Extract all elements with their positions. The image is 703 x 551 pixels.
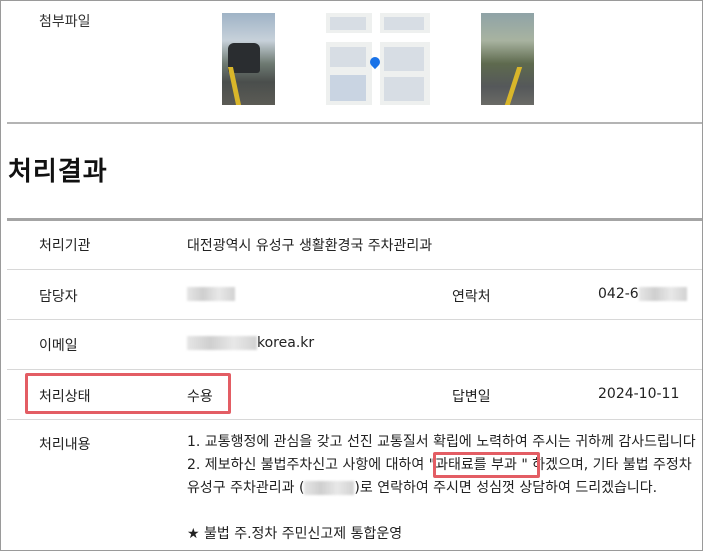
email-row: 이메일 korea.kr <box>7 320 702 370</box>
agency-row: 처리기관 대전광역시 유성구 생활환경국 주차관리과 <box>7 221 702 270</box>
agency-value: 대전광역시 유성구 생활환경국 주차관리과 <box>187 238 433 254</box>
content-line-3-a: 유성구 주차관리과 ( <box>187 480 305 496</box>
status-label: 처리상태 <box>39 389 91 405</box>
attachments-row: 첨부파일 <box>1 1 702 122</box>
map-block <box>330 47 366 67</box>
section-title: 처리결과 <box>8 157 108 187</box>
agency-label: 처리기관 <box>39 238 91 254</box>
content-line-2: 2. 제보하신 불법주차신고 사항에 대하여 "과태료를 부과 " 하겠으며, … <box>187 454 702 477</box>
content-line-2-b: 과태료를 부과 " <box>435 457 528 473</box>
divider <box>7 122 702 124</box>
complaint-detail-panel: 첨부파일 처리결과 처리기관 대전광역시 유성구 생활환경국 주차관리과 담당자 <box>0 0 703 551</box>
map-block <box>330 75 366 101</box>
content-spacer <box>187 500 702 523</box>
road-line-icon <box>504 67 523 105</box>
redacted-phone <box>638 287 687 301</box>
attachment-photo-1[interactable] <box>222 13 275 105</box>
contact-label: 연락처 <box>452 289 491 305</box>
redacted-phone <box>304 481 355 495</box>
contact-prefix: 042-6 <box>598 286 639 302</box>
status-value: 수용 <box>187 389 213 405</box>
content-line-3-b: )로 연락하여 주시면 성심껏 상담하여 드리겠습니다. <box>354 480 658 496</box>
map-block <box>384 17 424 30</box>
manager-value <box>187 286 235 302</box>
attachments-label: 첨부파일 <box>39 14 91 30</box>
map-block <box>384 47 424 71</box>
content-line-2-c: 하겠으며, 기타 불법 주정차 <box>527 457 692 473</box>
content-line-2-a: 2. 제보하신 불법주차신고 사항에 대하여 " <box>187 457 436 473</box>
content-label: 처리내용 <box>39 437 91 453</box>
reply-date-label: 답변일 <box>452 389 491 405</box>
email-domain: korea.kr <box>257 335 315 351</box>
content-line-5: ★ 불법 주.정차 주민신고제 통합운영 <box>187 526 403 542</box>
map-block <box>330 17 366 30</box>
manager-label: 담당자 <box>39 289 78 305</box>
manager-row: 담당자 연락처 042-6 <box>7 270 702 320</box>
redacted-email <box>187 336 257 350</box>
content-line-1: 1. 교통행정에 관심을 갖고 선진 교통질서 확립에 노력하여 주시는 귀하께… <box>187 434 696 450</box>
reply-date-value: 2024-10-11 <box>598 386 680 402</box>
content-line-3: 유성구 주차관리과 ( )로 연락하여 주시면 성심껏 상담하여 드리겠습니다. <box>187 477 702 500</box>
status-row: 처리상태 수용 답변일 2024-10-11 <box>7 370 702 420</box>
redacted-name <box>187 287 235 301</box>
attachment-map[interactable] <box>326 13 430 105</box>
map-block <box>384 77 424 101</box>
contact-value: 042-6 <box>598 286 687 302</box>
email-label: 이메일 <box>39 338 78 354</box>
attachment-photo-2[interactable] <box>481 13 534 105</box>
content-body: 1. 교통행정에 관심을 갖고 선진 교통질서 확립에 노력하여 주시는 귀하께… <box>187 431 702 546</box>
email-value: korea.kr <box>187 335 314 351</box>
